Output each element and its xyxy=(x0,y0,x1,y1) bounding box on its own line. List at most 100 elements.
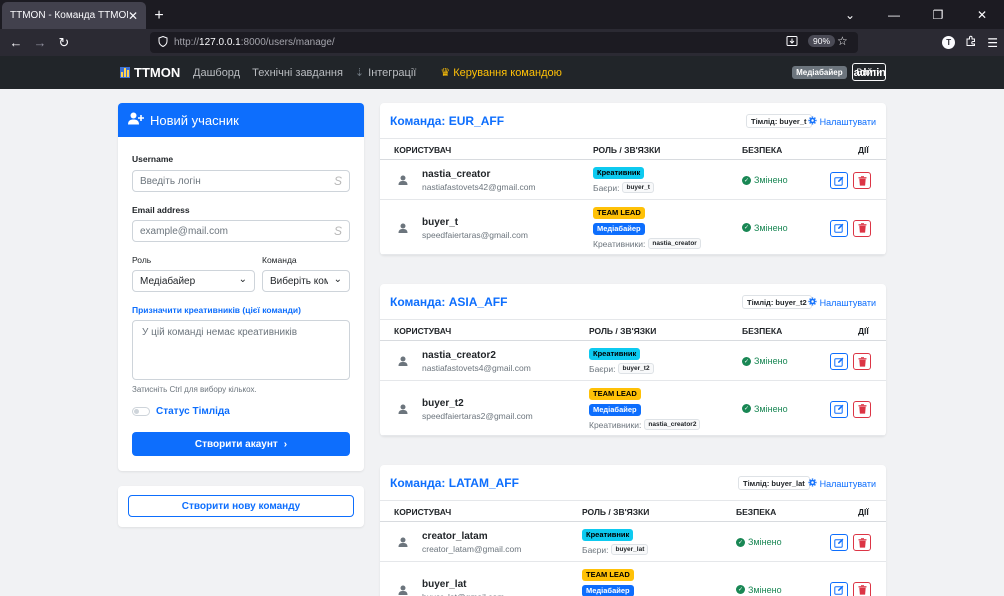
forward-icon[interactable]: → xyxy=(28,35,52,50)
delete-button[interactable] xyxy=(853,400,871,418)
close-window-icon[interactable]: ✕ xyxy=(960,8,1004,22)
col-security: БЕЗПЕКА xyxy=(742,326,783,336)
delete-button[interactable] xyxy=(853,581,871,596)
role-badge-buyer: Медіабайер xyxy=(593,223,645,235)
team-table-header: КОРИСТУВАЧ РОЛЬ / ЗВ'ЯЗКИ БЕЗПЕКА ДІЇ xyxy=(380,320,886,341)
creatives-multiselect[interactable]: У цій команді немає креативників xyxy=(132,320,350,380)
check-circle-icon: ✓ xyxy=(736,537,745,547)
check-circle-icon: ✓ xyxy=(742,404,751,413)
create-team-button[interactable]: Створити нову команду xyxy=(128,495,354,517)
security-status-label: Змінено xyxy=(754,403,788,414)
security-status-label: Змінено xyxy=(754,175,788,185)
url-rest: :8000/users/manage/ xyxy=(240,37,335,48)
email-placeholder: example@mail.com xyxy=(140,225,228,237)
password-manager-icon[interactable]: S xyxy=(334,224,342,238)
minimize-icon[interactable]: — xyxy=(872,8,916,22)
account-icon[interactable]: T xyxy=(942,36,956,49)
edit-button[interactable] xyxy=(830,534,848,551)
back-icon[interactable]: ← xyxy=(4,35,28,50)
role-badge-teamlead: TEAM LEAD xyxy=(589,388,641,400)
edit-icon xyxy=(834,357,844,367)
create-account-button[interactable]: Створити акаунт › xyxy=(132,432,350,456)
member-email: speedfaiertaras2@gmail.com xyxy=(422,410,533,421)
close-icon[interactable]: ✕ xyxy=(128,9,138,23)
trash-icon xyxy=(858,175,867,186)
role-badge-creative: Креативник xyxy=(593,167,645,179)
col-role: РОЛЬ / ЗВ'ЯЗКИ xyxy=(582,507,650,517)
security-status-label: Змінено xyxy=(754,356,788,366)
window-controls: ⌄ — ❐ ✕ xyxy=(828,0,1004,29)
menu-item-team[interactable]: ♛ Керування командою xyxy=(440,66,574,79)
brand[interactable]: TTMON xyxy=(120,56,180,89)
team-settings-link[interactable]: Налаштувати xyxy=(808,116,876,127)
browser-tab[interactable]: TTMON - Команда TTMON ✕ xyxy=(2,2,146,29)
team-card: Команда: LATAM_AFF Тімлід: buyer_lat Налаш… xyxy=(380,465,886,596)
logout-button[interactable]: Вийти xyxy=(852,63,886,81)
zoom-level[interactable]: 90% xyxy=(808,35,836,47)
menu-item-tasks[interactable]: Технічні завдання xyxy=(252,67,343,79)
col-actions: ДІЇ xyxy=(858,507,869,517)
check-circle-icon: ✓ xyxy=(742,223,751,232)
new-tab-icon[interactable]: + xyxy=(146,2,172,29)
plug-icon: ⇣ xyxy=(354,67,365,79)
member-email: speedfaiertaras@gmail.com xyxy=(422,229,528,240)
user-icon xyxy=(398,175,408,185)
team-settings-link[interactable]: Налаштувати xyxy=(808,297,876,308)
security-status: ✓ Змінено xyxy=(742,223,788,233)
user-icon xyxy=(398,223,408,233)
table-row: nastia_creator2 nastiafastovets4@gmail.co… xyxy=(380,341,886,381)
team-table-header: КОРИСТУВАЧ РОЛЬ / ЗВ'ЯЗКИ БЕЗПЕКА ДІЇ xyxy=(380,139,886,160)
menu-item-dashboard[interactable]: Дашборд xyxy=(193,67,240,79)
delete-button[interactable] xyxy=(853,353,871,370)
password-manager-icon[interactable]: S xyxy=(334,174,342,188)
teamlead-toggle[interactable] xyxy=(132,407,150,416)
menu-item-integrations[interactable]: ⇣ Інтеграції xyxy=(355,66,428,79)
edit-button[interactable] xyxy=(830,581,848,596)
team-settings-link[interactable]: Налаштувати xyxy=(808,478,876,489)
relations: Баєри: buyer_t2 xyxy=(589,363,654,374)
trash-icon xyxy=(858,223,867,233)
col-security: БЕЗПЕКА xyxy=(742,145,783,155)
security-status: ✓ Змінено xyxy=(742,175,788,185)
team-label: Команда xyxy=(262,255,297,265)
edit-button[interactable] xyxy=(830,172,848,189)
menu-item-integrations-label: Інтеграції xyxy=(368,67,417,79)
star-icon[interactable]: ☆ xyxy=(837,34,848,48)
username-input[interactable]: Введіть логін S xyxy=(132,170,350,192)
relations-label: Баєри: xyxy=(589,363,616,374)
relations: Баєри: buyer_t xyxy=(593,182,654,193)
role-select[interactable]: Медіабайер ⌄ xyxy=(132,270,255,292)
team-select-value: Виберіть команду xyxy=(270,275,328,287)
edit-button[interactable] xyxy=(830,219,848,237)
role-select-value: Медіабайер xyxy=(140,275,196,287)
col-user: КОРИСТУВАЧ xyxy=(394,507,452,517)
delete-button[interactable] xyxy=(853,534,871,551)
restore-icon[interactable]: ❐ xyxy=(916,8,960,22)
reader-view-icon[interactable] xyxy=(786,35,798,50)
col-user: КОРИСТУВАЧ xyxy=(394,326,452,336)
url-bar[interactable]: http://127.0.0.1:8000/users/manage/ 90% … xyxy=(150,32,858,53)
delete-button[interactable] xyxy=(853,219,871,237)
chevron-down-icon: ⌄ xyxy=(238,274,247,285)
chevron-right-icon: › xyxy=(283,438,288,450)
edit-button[interactable] xyxy=(830,400,848,418)
col-actions: ДІЇ xyxy=(858,145,869,155)
team-select[interactable]: Виберіть команду ⌄ xyxy=(262,270,350,292)
col-role: РОЛЬ / ЗВ'ЯЗКИ xyxy=(593,145,661,155)
team-card: Команда: EUR_AFF Тімлід: buyer_t Налаштува… xyxy=(380,103,886,255)
ctrl-hint: Затисніть Ctrl для вибору кількох. xyxy=(132,385,257,394)
chevron-down-icon[interactable]: ⌄ xyxy=(828,8,872,22)
team-card: Команда: ASIA_AFF Тімлід: buyer_t2 Налашту… xyxy=(380,284,886,436)
team-settings-label: Налаштувати xyxy=(819,116,876,127)
reload-icon[interactable]: ↻ xyxy=(52,35,76,51)
team-title: Команда: ASIA_AFF xyxy=(390,295,508,309)
extensions-icon[interactable] xyxy=(965,35,977,50)
menu-icon[interactable]: ☰ xyxy=(987,36,998,50)
delete-button[interactable] xyxy=(853,172,871,189)
member-username: buyer_t xyxy=(422,216,459,228)
edit-button[interactable] xyxy=(830,353,848,370)
security-status: ✓ Змінено xyxy=(736,585,782,595)
email-input[interactable]: example@mail.com S xyxy=(132,220,350,242)
table-row: creator_latam creator_latam@gmail.com Креа… xyxy=(380,522,886,562)
teamlead-label[interactable]: Статус Тімліда xyxy=(156,406,230,417)
